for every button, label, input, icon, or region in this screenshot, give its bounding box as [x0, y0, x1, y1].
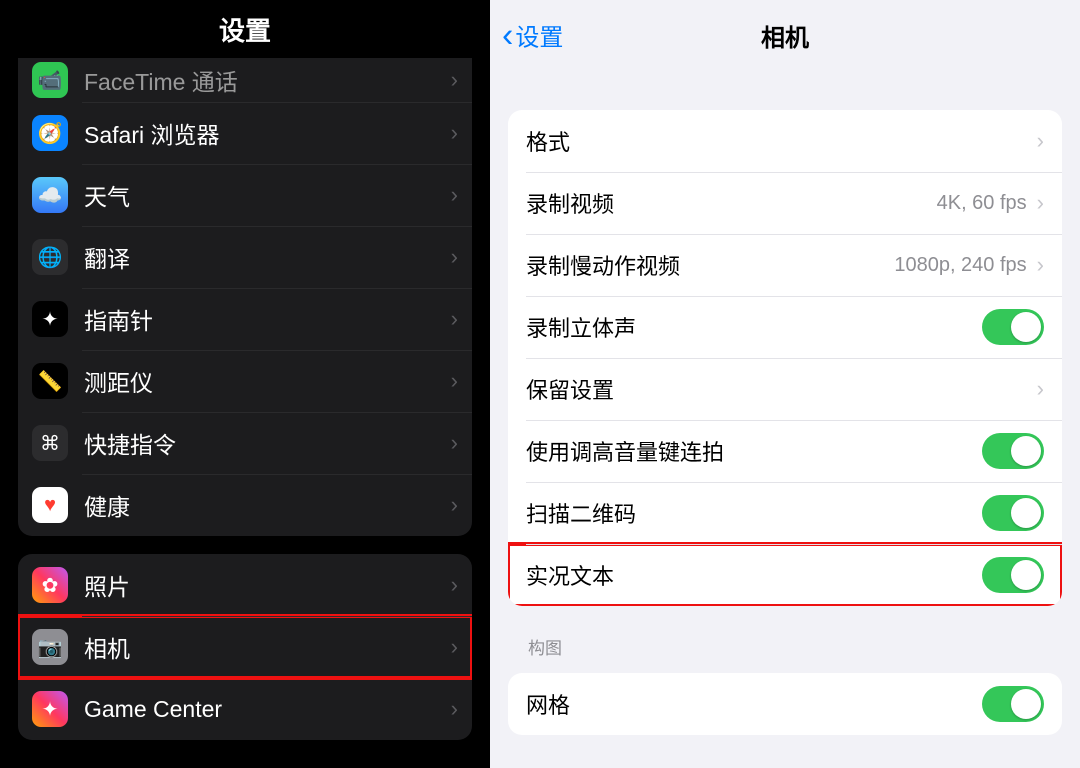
chevron-right-icon: ›: [1037, 376, 1044, 402]
right-panel-camera: ‹ 设置 相机 格式›录制视频4K, 60 fps›录制慢动作视频1080p, …: [490, 0, 1080, 768]
left-title: 设置: [0, 0, 490, 58]
chevron-right-icon: ›: [451, 634, 458, 660]
row-record-video-label: 录制视频: [526, 187, 937, 219]
row-safari-icon: 🧭: [32, 115, 68, 151]
row-facetime-label: FaceTime 通话: [84, 63, 443, 97]
row-record-slomo-label: 录制慢动作视频: [526, 249, 894, 281]
row-qr[interactable]: 扫描二维码: [508, 482, 1062, 544]
row-translate[interactable]: 🌐 翻译 ›: [18, 226, 472, 288]
right-title: 相机: [761, 18, 809, 53]
row-live-text-label: 实况文本: [526, 559, 982, 591]
chevron-left-icon: ‹: [502, 18, 513, 52]
row-record-slomo[interactable]: 录制慢动作视频1080p, 240 fps ›: [508, 234, 1062, 296]
row-camera-label: 相机: [84, 630, 443, 664]
right-header: ‹ 设置 相机: [490, 0, 1080, 70]
row-photos-icon: ✿: [32, 567, 68, 603]
row-health-label: 健康: [84, 488, 443, 522]
row-stereo-label: 录制立体声: [526, 311, 982, 343]
row-measure[interactable]: 📏 测距仪 ›: [18, 350, 472, 412]
row-gamecenter-label: Game Center: [84, 696, 443, 723]
chevron-right-icon: ›: [1037, 252, 1044, 278]
chevron-right-icon: ›: [451, 492, 458, 518]
row-shortcuts-icon: ⌘: [32, 425, 68, 461]
row-health[interactable]: ♥ 健康 ›: [18, 474, 472, 536]
chevron-right-icon: ›: [451, 306, 458, 332]
row-live-text[interactable]: 实况文本: [508, 544, 1062, 606]
row-photos[interactable]: ✿ 照片 ›: [18, 554, 472, 616]
chevron-right-icon: ›: [451, 368, 458, 394]
row-camera[interactable]: 📷 相机 ›: [18, 616, 472, 678]
right-scroll[interactable]: 格式 › 录制视频4K, 60 fps › 录制慢动作视频1080p, 240 fps ›…: [490, 110, 1080, 755]
row-grid[interactable]: 网格: [508, 673, 1062, 735]
chevron-right-icon: ›: [451, 696, 458, 722]
row-qr-label: 扫描二维码: [526, 497, 982, 529]
right-group-1: 格式 › 录制视频4K, 60 fps › 录制慢动作视频1080p, 240 fps ›…: [508, 110, 1062, 606]
row-shortcuts-label: 快捷指令: [84, 426, 443, 460]
row-compass[interactable]: ✦ 指南针 ›: [18, 288, 472, 350]
row-volume-burst-toggle[interactable]: [982, 433, 1044, 469]
section-title-composition: 构图: [528, 634, 1062, 659]
row-weather-icon: ☁️: [32, 177, 68, 213]
row-health-icon: ♥: [32, 487, 68, 523]
right-group-2: 网格: [508, 673, 1062, 735]
row-photos-label: 照片: [84, 568, 443, 602]
row-shortcuts[interactable]: ⌘ 快捷指令 ›: [18, 412, 472, 474]
row-facetime[interactable]: 📹 FaceTime 通话 ›: [18, 58, 472, 102]
row-safari[interactable]: 🧭 Safari 浏览器 ›: [18, 102, 472, 164]
row-measure-label: 测距仪: [84, 364, 443, 398]
row-stereo-toggle[interactable]: [982, 309, 1044, 345]
row-volume-burst-label: 使用调高音量键连拍: [526, 435, 982, 467]
row-preserve-label: 保留设置: [526, 373, 1027, 405]
chevron-right-icon: ›: [451, 572, 458, 598]
left-group-2: ✿ 照片 › 📷 相机 › ✦ Game Center ›: [18, 554, 472, 740]
row-format[interactable]: 格式 ›: [508, 110, 1062, 172]
chevron-right-icon: ›: [451, 120, 458, 146]
row-preserve[interactable]: 保留设置 ›: [508, 358, 1062, 420]
row-compass-icon: ✦: [32, 301, 68, 337]
back-label: 设置: [515, 18, 563, 53]
back-button[interactable]: ‹ 设置: [502, 18, 563, 53]
chevron-right-icon: ›: [451, 244, 458, 270]
row-translate-label: 翻译: [84, 240, 443, 274]
row-compass-label: 指南针: [84, 302, 443, 336]
chevron-right-icon: ›: [451, 67, 458, 93]
chevron-right-icon: ›: [1037, 190, 1044, 216]
row-stereo[interactable]: 录制立体声: [508, 296, 1062, 358]
row-weather-label: 天气: [84, 178, 443, 212]
row-format-label: 格式: [526, 125, 1027, 157]
row-gamecenter-icon: ✦: [32, 691, 68, 727]
row-qr-toggle[interactable]: [982, 495, 1044, 531]
row-camera-icon: 📷: [32, 629, 68, 665]
row-weather[interactable]: ☁️ 天气 ›: [18, 164, 472, 226]
left-scroll[interactable]: 📹FaceTime 通话›🧭Safari 浏览器›☁️天气›🌐翻译›✦指南针›📏…: [0, 58, 490, 760]
row-record-slomo-value: 1080p, 240 fps: [894, 254, 1026, 277]
row-grid-toggle[interactable]: [982, 686, 1044, 722]
chevron-right-icon: ›: [451, 182, 458, 208]
left-panel-settings: 设置 📹 FaceTime 通话 › 🧭 Safari 浏览器 › ☁️ 天气 › 🌐 翻译 › ✦ 指南…: [0, 0, 490, 768]
chevron-right-icon: ›: [1037, 128, 1044, 154]
row-record-video[interactable]: 录制视频4K, 60 fps ›: [508, 172, 1062, 234]
row-safari-label: Safari 浏览器: [84, 116, 443, 150]
row-gamecenter[interactable]: ✦ Game Center ›: [18, 678, 472, 740]
row-volume-burst[interactable]: 使用调高音量键连拍: [508, 420, 1062, 482]
row-measure-icon: 📏: [32, 363, 68, 399]
row-facetime-icon: 📹: [32, 62, 68, 98]
left-group-1: 📹FaceTime 通话›🧭Safari 浏览器›☁️天气›🌐翻译›✦指南针›📏…: [18, 58, 472, 536]
chevron-right-icon: ›: [451, 430, 458, 456]
row-grid-label: 网格: [526, 688, 982, 720]
row-translate-icon: 🌐: [32, 239, 68, 275]
row-record-video-value: 4K, 60 fps: [937, 192, 1027, 215]
row-live-text-toggle[interactable]: [982, 557, 1044, 593]
